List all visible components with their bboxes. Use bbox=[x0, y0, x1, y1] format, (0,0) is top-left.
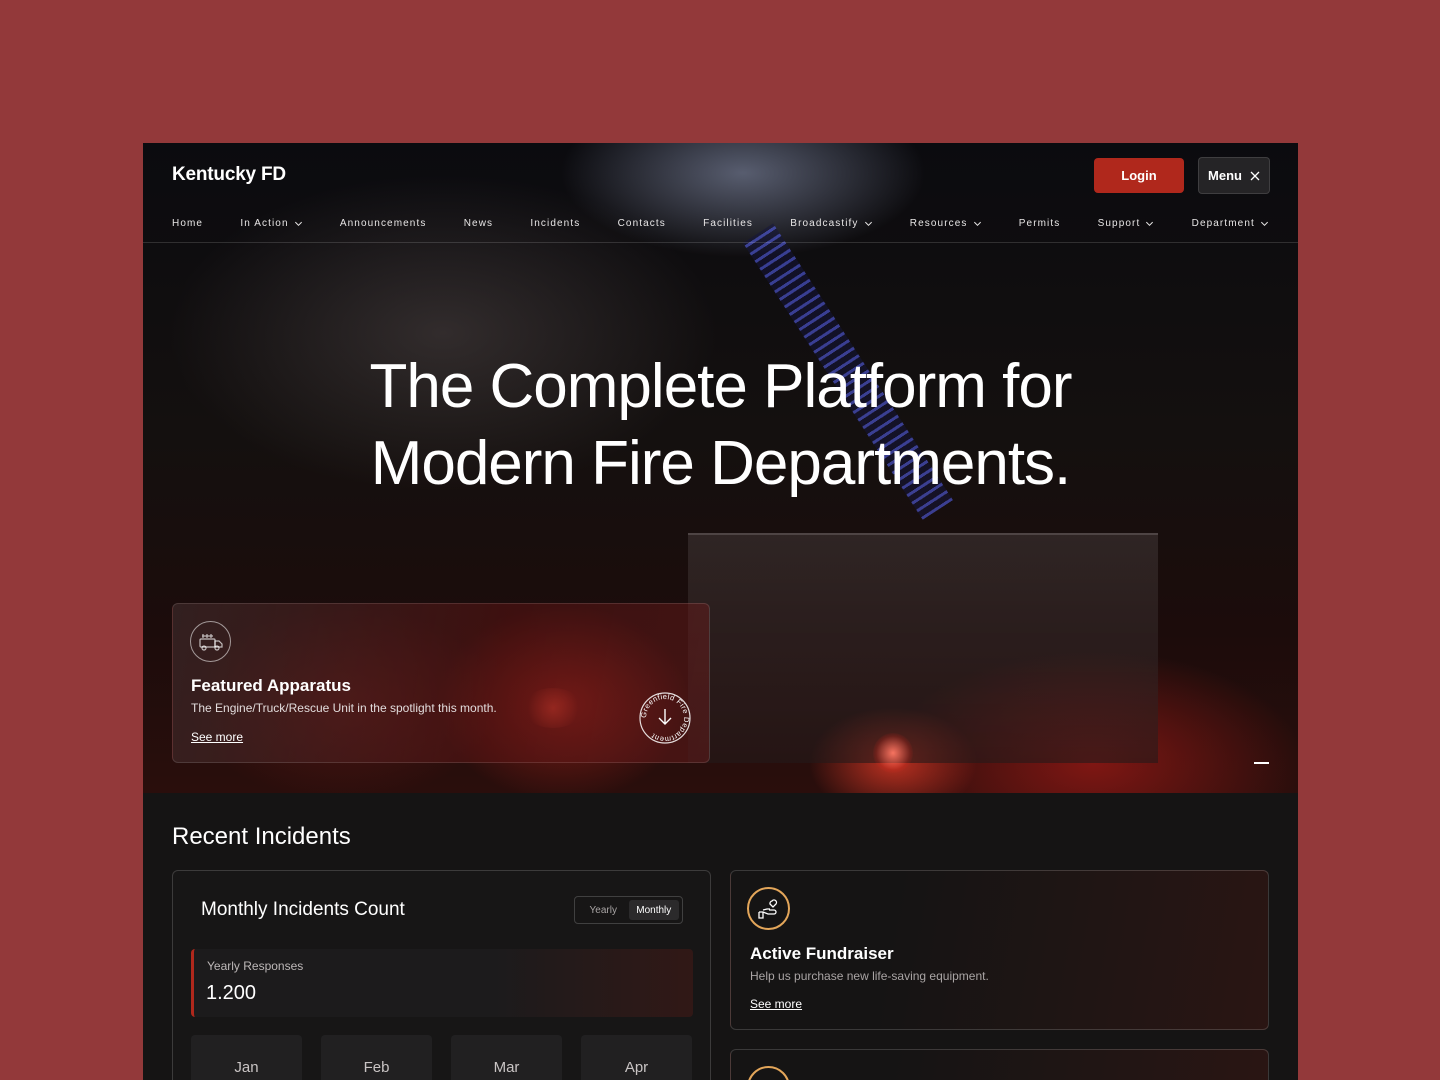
featured-description: The Engine/Truck/Rescue Unit in the spot… bbox=[191, 701, 497, 715]
toggle-monthly[interactable]: Monthly bbox=[628, 900, 679, 920]
nav-item-announcements[interactable]: Announcements bbox=[340, 218, 427, 229]
nav-label: Department bbox=[1191, 217, 1255, 229]
fundraiser-description: Help us purchase new life-saving equipme… bbox=[750, 969, 989, 983]
secondary-card[interactable] bbox=[730, 1049, 1269, 1080]
nav-label: Home bbox=[172, 217, 204, 229]
section-title: Recent Incidents bbox=[172, 823, 351, 850]
fundraiser-title: Active Fundraiser bbox=[750, 944, 894, 963]
page-frame: Kentucky FD Login Menu Home In Action Anno… bbox=[143, 143, 1298, 1080]
nav-label: Resources bbox=[909, 217, 968, 229]
nav-item-in-action[interactable]: In Action bbox=[240, 218, 302, 229]
nav-label: In Action bbox=[240, 217, 289, 229]
nav-label: News bbox=[463, 217, 494, 229]
menu-button[interactable]: Menu bbox=[1198, 157, 1270, 194]
nav-label: Support bbox=[1097, 217, 1141, 229]
nav-item-permits[interactable]: Permits bbox=[1019, 218, 1061, 229]
fundraiser-see-more-link[interactable]: See more bbox=[750, 997, 802, 1011]
month-item[interactable]: Jan bbox=[191, 1035, 302, 1080]
header: Kentucky FD Login Menu Home In Action Anno… bbox=[143, 143, 1298, 243]
toggle-yearly[interactable]: Yearly bbox=[578, 900, 629, 920]
nav-label: Incidents bbox=[530, 217, 581, 229]
nav-item-support[interactable]: Support bbox=[1098, 218, 1155, 229]
nav-item-facilities[interactable]: Facilities bbox=[703, 218, 753, 229]
incidents-count-card: Monthly Incidents Count Yearly Monthly Y… bbox=[172, 870, 711, 1080]
featured-see-more-link[interactable]: See more bbox=[191, 730, 243, 744]
yearly-responses-stat: Yearly Responses 1.200 bbox=[191, 949, 693, 1017]
login-button[interactable]: Login bbox=[1094, 158, 1184, 193]
emergency-light bbox=[873, 733, 913, 773]
main-nav: Home In Action Announcements News Incidents C… bbox=[172, 215, 1269, 231]
hero-section: Kentucky FD Login Menu Home In Action Anno… bbox=[143, 143, 1298, 793]
hero-title-line: The Complete Platform for bbox=[369, 352, 1072, 421]
hero-title: The Complete Platform for Modern Fire De… bbox=[143, 348, 1298, 502]
nav-label: Permits bbox=[1018, 217, 1061, 229]
fundraiser-card[interactable]: Active Fundraiser Help us purchase new l… bbox=[730, 870, 1269, 1030]
nav-label: Facilities bbox=[703, 217, 754, 229]
month-item[interactable]: Apr bbox=[581, 1035, 692, 1080]
nav-item-broadcastify[interactable]: Broadcastify bbox=[790, 218, 872, 229]
month-item[interactable]: Mar bbox=[451, 1035, 562, 1080]
nav-item-home[interactable]: Home bbox=[172, 218, 203, 229]
month-item[interactable]: Feb bbox=[321, 1035, 432, 1080]
nav-item-department[interactable]: Department bbox=[1192, 218, 1269, 229]
nav-item-news[interactable]: News bbox=[464, 218, 493, 229]
fire-truck-icon bbox=[190, 621, 231, 662]
month-list: Jan Feb Mar Apr bbox=[191, 1035, 692, 1080]
stat-value: 1.200 bbox=[206, 982, 257, 1004]
brand-logo[interactable]: Kentucky FD bbox=[172, 164, 286, 186]
nav-label: Announcements bbox=[339, 217, 427, 229]
chevron-down-icon bbox=[973, 221, 981, 226]
featured-title: Featured Apparatus bbox=[191, 676, 351, 695]
hero-title-line: Modern Fire Departments. bbox=[370, 429, 1072, 498]
chevron-down-icon bbox=[294, 221, 302, 226]
chevron-down-icon bbox=[864, 221, 872, 226]
card-title: Monthly Incidents Count bbox=[201, 899, 405, 920]
nav-item-resources[interactable]: Resources bbox=[910, 218, 982, 229]
close-icon bbox=[1250, 171, 1260, 180]
chevron-down-icon bbox=[1146, 221, 1154, 226]
fire-truck-image bbox=[688, 533, 1158, 763]
stat-label: Yearly Responses bbox=[207, 959, 304, 973]
period-toggle: Yearly Monthly bbox=[574, 896, 683, 924]
department-seal-icon: Greenfield Fire Department bbox=[639, 692, 691, 744]
donation-hand-icon bbox=[747, 887, 790, 930]
card-icon bbox=[747, 1066, 790, 1080]
chevron-down-icon bbox=[1260, 221, 1268, 226]
nav-label: Contacts bbox=[617, 217, 666, 229]
slide-indicator[interactable] bbox=[1254, 762, 1269, 764]
menu-label: Menu bbox=[1208, 168, 1242, 183]
featured-apparatus-card[interactable]: Featured Apparatus The Engine/Truck/Resc… bbox=[172, 603, 710, 763]
nav-item-contacts[interactable]: Contacts bbox=[618, 218, 666, 229]
nav-item-incidents[interactable]: Incidents bbox=[530, 218, 580, 229]
nav-label: Broadcastify bbox=[790, 217, 859, 229]
